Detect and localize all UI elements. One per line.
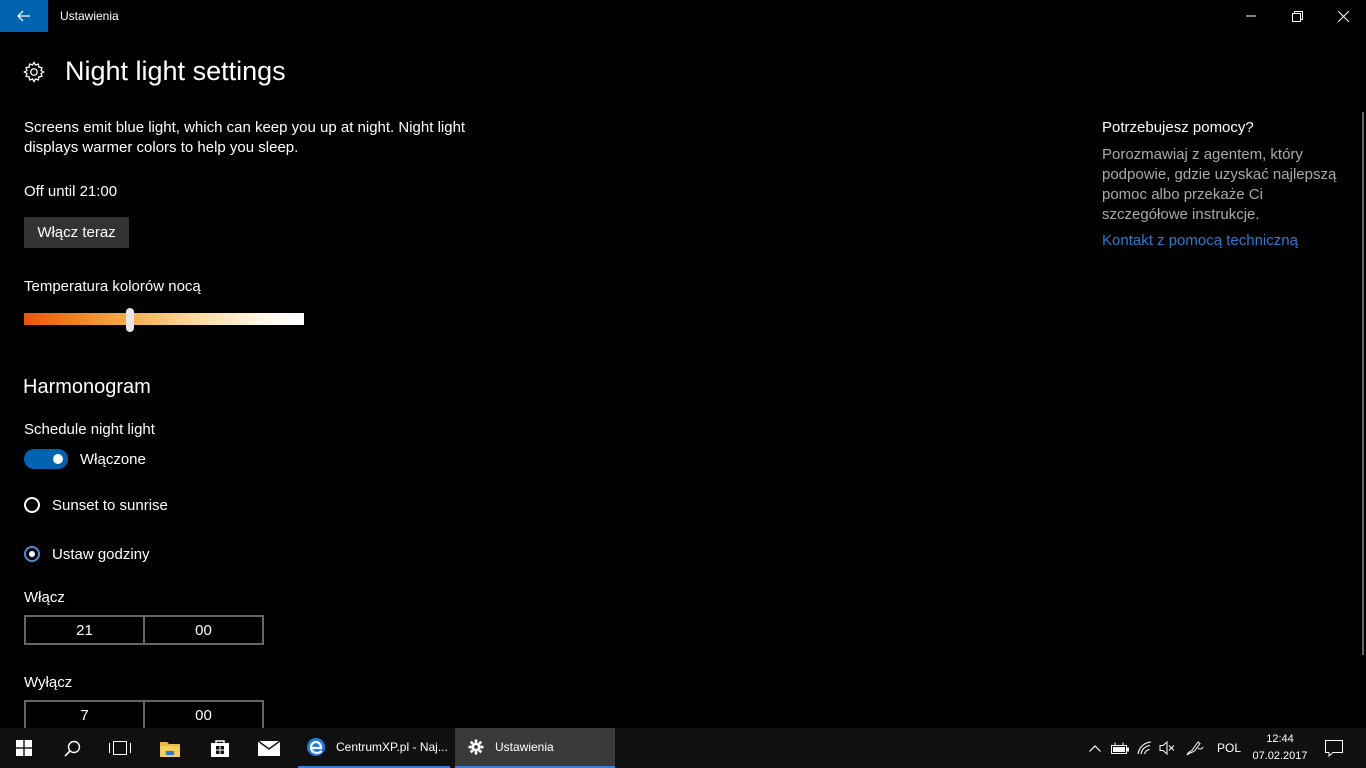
- pen-icon: [1186, 741, 1204, 756]
- turn-off-label: Wyłącz: [24, 674, 73, 691]
- turn-on-now-button[interactable]: Włącz teraz: [24, 217, 129, 248]
- title-bar: Ustawienia: [0, 0, 1366, 32]
- search-icon: [63, 740, 80, 757]
- help-text: Porozmawiaj z agentem, który podpowie, g…: [1102, 146, 1337, 223]
- battery-button[interactable]: [1108, 728, 1132, 768]
- back-arrow-icon: [17, 10, 30, 22]
- turn-off-time-picker[interactable]: 7 00: [24, 700, 264, 730]
- action-center-button[interactable]: [1318, 728, 1350, 768]
- status-text: Off until 21:00: [24, 183, 118, 200]
- restore-button[interactable]: [1274, 0, 1320, 32]
- schedule-toggle-label: Włączone: [80, 451, 146, 468]
- pen-workspace-button[interactable]: [1184, 728, 1206, 768]
- search-button[interactable]: [48, 728, 96, 768]
- taskbar-edge-window[interactable]: CentrumXP.pl - Naj...: [298, 728, 450, 768]
- chevron-up-icon: [1089, 744, 1101, 752]
- minimize-icon: [1246, 15, 1256, 17]
- start-button[interactable]: [0, 728, 48, 768]
- volume-muted-icon: [1159, 741, 1175, 755]
- back-button[interactable]: [0, 0, 48, 32]
- taskbar: CentrumXP.pl - Naj... Ustawienia POL 12:…: [0, 728, 1366, 768]
- minimize-button[interactable]: [1228, 0, 1274, 32]
- temperature-slider-thumb[interactable]: [126, 308, 135, 332]
- set-hours-radio-label[interactable]: Ustaw godziny: [52, 546, 150, 563]
- support-link[interactable]: Kontakt z pomocą techniczną: [1102, 232, 1298, 249]
- wifi-icon: [1137, 741, 1152, 755]
- turn-on-hour[interactable]: 21: [26, 617, 143, 643]
- sunset-radio[interactable]: [24, 497, 40, 513]
- radio-selected-dot: [29, 551, 35, 557]
- show-hidden-icons-button[interactable]: [1084, 728, 1106, 768]
- mail-icon: [258, 740, 280, 756]
- settings-gear-icon: [468, 739, 484, 755]
- turn-off-hour[interactable]: 7: [26, 702, 143, 728]
- notification-icon: [1325, 739, 1343, 757]
- taskbar-settings-window[interactable]: Ustawienia: [455, 728, 615, 768]
- turn-on-label: Włącz: [24, 589, 65, 606]
- network-button[interactable]: [1134, 728, 1156, 768]
- window-title: Ustawienia: [60, 9, 119, 23]
- store-button[interactable]: [196, 728, 244, 768]
- input-language-indicator[interactable]: POL: [1212, 728, 1246, 768]
- toggle-knob: [53, 454, 63, 464]
- turn-off-minute[interactable]: 00: [143, 702, 262, 728]
- close-button[interactable]: [1320, 0, 1366, 32]
- store-icon: [211, 740, 229, 757]
- clock-date: 07.02.2017: [1252, 750, 1308, 762]
- task-view-button[interactable]: [96, 728, 144, 768]
- set-hours-radio[interactable]: [24, 546, 40, 562]
- scrollbar[interactable]: [1362, 112, 1364, 655]
- sunset-radio-label[interactable]: Sunset to sunrise: [52, 497, 168, 514]
- page-title: Night light settings: [65, 56, 286, 86]
- clock[interactable]: 12:44 07.02.2017: [1252, 731, 1308, 765]
- windows-logo-icon: [16, 740, 32, 756]
- schedule-section-title: Harmonogram: [23, 376, 151, 398]
- file-explorer-button[interactable]: [146, 728, 194, 768]
- temperature-label: Temperatura kolorów nocą: [24, 278, 201, 295]
- schedule-label: Schedule night light: [24, 421, 155, 438]
- task-view-icon: [109, 741, 131, 755]
- restore-icon: [1291, 10, 1303, 22]
- volume-button[interactable]: [1156, 728, 1178, 768]
- clock-time: 12:44: [1266, 733, 1294, 745]
- edge-window-label: CentrumXP.pl - Naj...: [336, 740, 448, 754]
- gear-icon: [23, 61, 45, 83]
- description-text: Screens emit blue light, which can keep …: [24, 119, 466, 156]
- battery-icon: [1111, 742, 1129, 754]
- folder-icon: [160, 741, 180, 757]
- settings-window-label: Ustawienia: [495, 740, 554, 754]
- close-icon: [1337, 10, 1349, 22]
- mail-button[interactable]: [245, 728, 293, 768]
- temperature-slider-track[interactable]: [24, 313, 304, 325]
- schedule-toggle[interactable]: [24, 449, 68, 469]
- turn-on-time-picker[interactable]: 21 00: [24, 615, 264, 645]
- help-title: Potrzebujesz pomocy?: [1102, 119, 1254, 136]
- edge-icon: [307, 738, 325, 756]
- turn-on-minute[interactable]: 00: [143, 617, 262, 643]
